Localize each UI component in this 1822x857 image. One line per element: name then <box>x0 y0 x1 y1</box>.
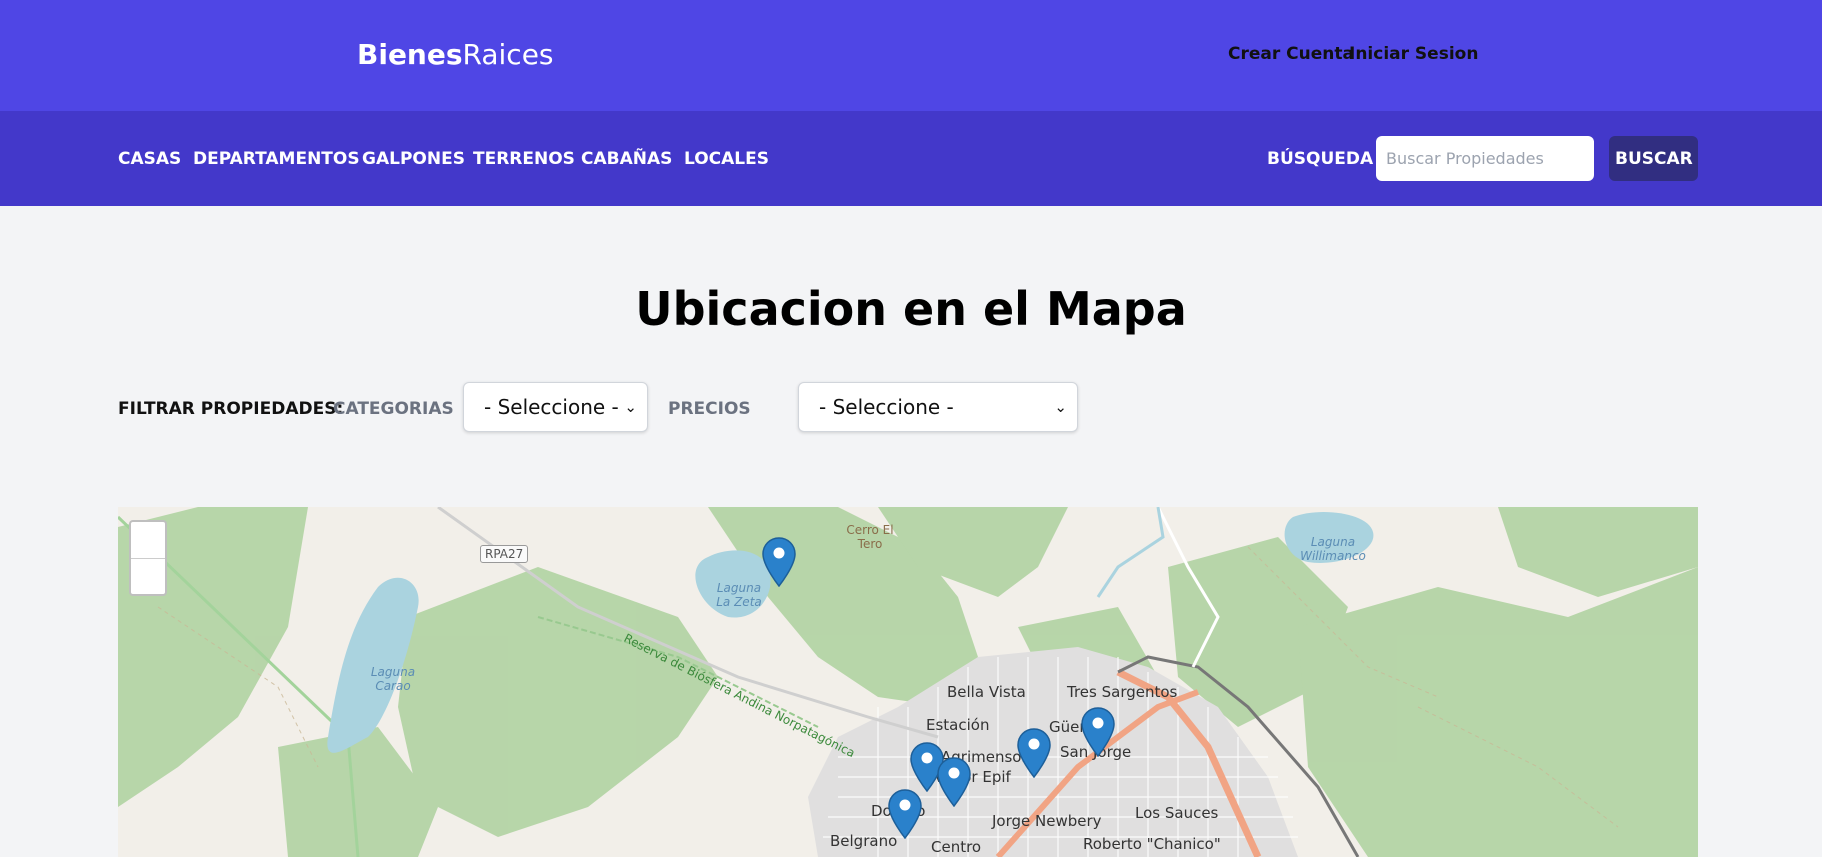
label-los-sauces: Los Sauces <box>1135 804 1219 822</box>
categorias-label: CATEGORIAS <box>333 399 454 419</box>
search-button[interactable]: BUSCAR <box>1609 136 1698 181</box>
zoom-in-button[interactable] <box>131 522 165 558</box>
precios-selected-value: - Seleccione - <box>819 395 954 419</box>
label-cerro-el-tero: Cerro El Tero <box>846 523 894 551</box>
nav-cabanas[interactable]: CABAÑAS <box>581 149 672 169</box>
nav-casas[interactable]: CASAS <box>118 149 181 169</box>
label-laguna-la-zeta: Laguna La Zeta <box>716 581 762 609</box>
label-estacion: Estación <box>926 716 990 734</box>
map-marker-icon[interactable] <box>937 757 971 807</box>
precios-select[interactable]: - Seleccione - ⌄ <box>798 382 1078 432</box>
site-logo[interactable]: BienesRaices <box>357 38 554 72</box>
label-roberto-chanico: Roberto "Chanico" <box>1083 835 1221 853</box>
chevron-down-icon: ⌄ <box>1054 398 1067 416</box>
map-marker-icon[interactable] <box>888 789 922 839</box>
label-bella-vista: Bella Vista <box>947 683 1026 701</box>
map-marker-icon[interactable] <box>1081 707 1115 757</box>
iniciar-sesion-link[interactable]: Iniciar Sesion <box>1349 44 1478 64</box>
map-marker-icon[interactable] <box>762 537 796 587</box>
label-jorge-newbery: Jorge Newbery <box>992 812 1102 830</box>
label-laguna-willimanco: Laguna Willimanco <box>1300 535 1366 563</box>
nav-galpones[interactable]: GALPONES <box>362 149 465 169</box>
zoom-control <box>129 520 167 596</box>
map-view[interactable]: RPA27 Cerro El Tero Laguna La Zeta Lagun… <box>118 507 1698 857</box>
top-header: BienesRaices Crear Cuenta Iniciar Sesion <box>0 0 1822 111</box>
road-shield-rpa27: RPA27 <box>480 545 529 563</box>
precios-label: PRECIOS <box>668 399 751 419</box>
label-centro: Centro <box>931 838 982 856</box>
nav-terrenos[interactable]: TERRENOS <box>473 149 575 169</box>
label-laguna-carao: Laguna Carao <box>370 665 416 693</box>
chevron-down-icon: ⌄ <box>624 398 637 416</box>
zoom-out-button[interactable] <box>131 559 165 595</box>
label-tres-sargentos: Tres Sargentos <box>1067 683 1178 701</box>
map-marker-icon[interactable] <box>1017 728 1051 778</box>
crear-cuenta-link[interactable]: Crear Cuenta <box>1228 44 1354 64</box>
logo-bold: Bienes <box>357 38 463 71</box>
categorias-selected-value: - Seleccione - <box>484 395 619 419</box>
page-title: Ubicacion en el Mapa <box>635 282 1187 336</box>
search-label: BÚSQUEDA <box>1267 149 1374 169</box>
nav-departamentos[interactable]: DEPARTAMENTOS <box>193 149 360 169</box>
search-input[interactable] <box>1376 136 1594 181</box>
filter-label: FILTRAR PROPIEDADES: <box>118 399 344 419</box>
logo-light: Raices <box>462 38 554 71</box>
categorias-select[interactable]: - Seleccione - ⌄ <box>463 382 648 432</box>
nav-locales[interactable]: LOCALES <box>684 149 769 169</box>
